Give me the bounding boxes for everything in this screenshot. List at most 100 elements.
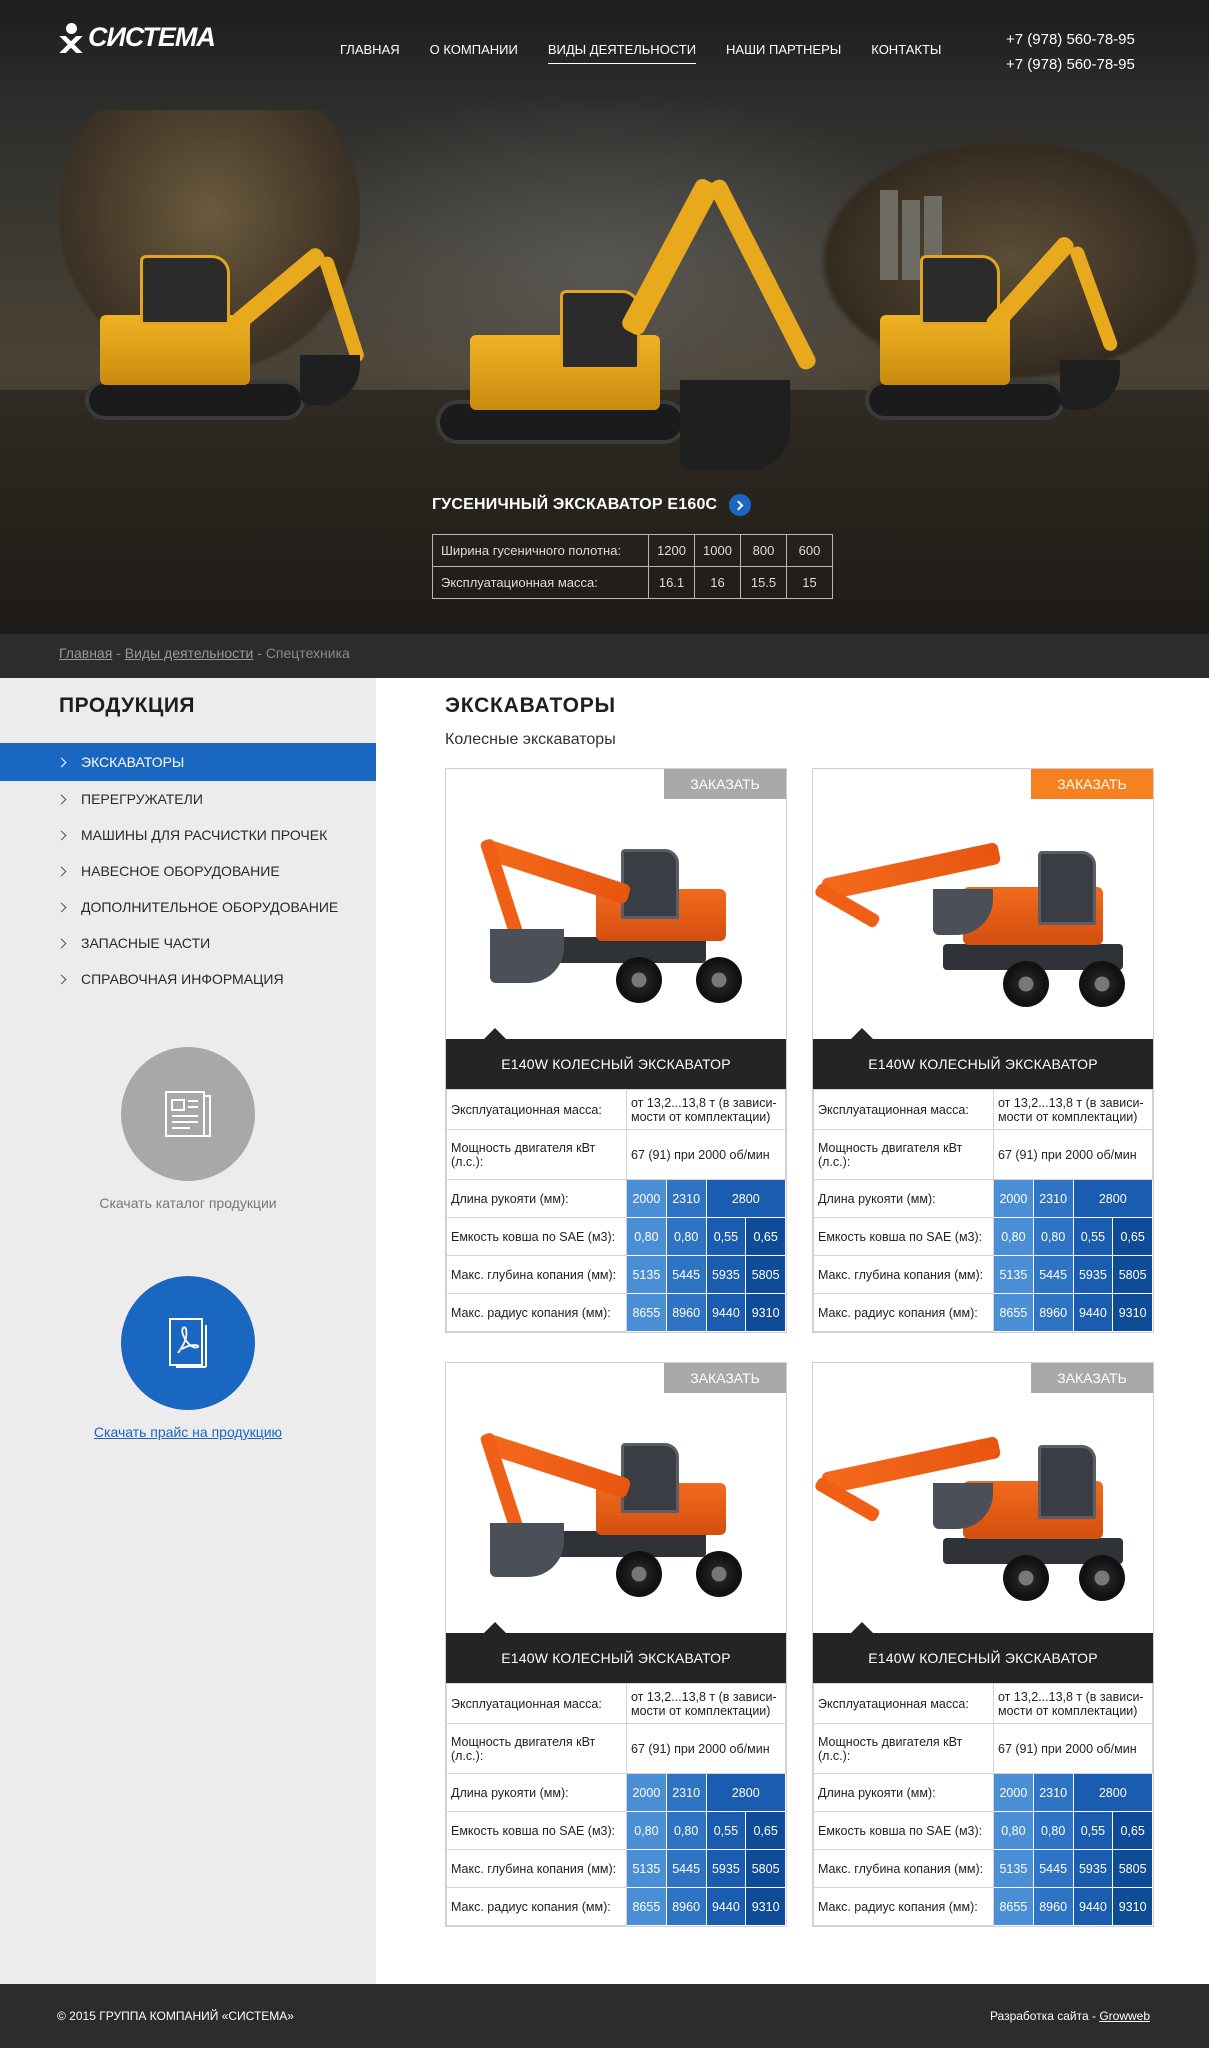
- download-catalog-label: Скачать каталог продукции: [99, 1195, 277, 1211]
- spec-label: Емкость ковша по SAE (м3):: [446, 1811, 627, 1850]
- product-spec-table: Эксплуатационная масса: от 13,2...13,8 т …: [446, 1683, 786, 1926]
- wheeled-excavator-image: [446, 769, 786, 1039]
- spec-row: Макс. радиус копания (мм): 8655 8960 9440 93…: [446, 1887, 786, 1926]
- site-logo[interactable]: СИСТЕМА: [58, 22, 216, 53]
- spec-value: 5805: [1112, 1849, 1153, 1888]
- spec-value: 8960: [1032, 1887, 1074, 1926]
- product-image: ЗАКАЗАТЬ: [446, 769, 786, 1039]
- download-catalog-button[interactable]: [121, 1047, 255, 1181]
- order-button[interactable]: ЗАКАЗАТЬ: [1031, 769, 1153, 799]
- sidebar-item-label: МАШИНЫ ДЛЯ РАСЧИСТКИ ПРОЧЕК: [81, 827, 328, 843]
- spec-row: Эксплуатационная масса: от 13,2...13,8 т …: [446, 1683, 786, 1724]
- order-button[interactable]: ЗАКАЗАТЬ: [664, 1363, 786, 1393]
- spec-value: 9310: [745, 1293, 786, 1332]
- chevron-right-icon: [56, 902, 67, 912]
- spec-value: 8655: [993, 1887, 1034, 1926]
- phone-numbers: +7 (978) 560-78-95 +7 (978) 560-78-95: [1006, 27, 1135, 77]
- spec-row: Макс. глубина копания (мм): 5135 5445 5935 5…: [813, 1255, 1153, 1294]
- spec-value: 9440: [1072, 1293, 1114, 1332]
- download-price-link[interactable]: Скачать прайс на продукцию: [0, 1424, 376, 1440]
- hero-spec-value: 16: [694, 566, 741, 599]
- spec-label: Емкость ковша по SAE (м3):: [446, 1217, 627, 1256]
- sidebar-item-spare-parts[interactable]: ЗАПАСНЫЕ ЧАСТИ: [0, 925, 376, 961]
- spec-value: 2800: [1072, 1773, 1153, 1812]
- download-price: Скачать прайс на продукцию: [0, 1276, 376, 1440]
- spec-value: 8960: [1032, 1293, 1074, 1332]
- phone-number[interactable]: +7 (978) 560-78-95: [1006, 52, 1135, 77]
- spec-value: 0,80: [626, 1217, 667, 1256]
- spec-row: Длина рукояти (мм): 2000 2310 2800: [813, 1773, 1153, 1812]
- spec-value: 5445: [1032, 1849, 1074, 1888]
- product-card: ЗАКАЗАТЬ E140W КОЛЕСНЫЙ ЭКСКАВАТОР Эксплуа…: [812, 1362, 1154, 1927]
- sidebar-item-extra-equipment[interactable]: ДОПОЛНИТЕЛЬНОЕ ОБОРУДОВАНИЕ: [0, 889, 376, 925]
- spec-label: Макс. радиус копания (мм):: [813, 1293, 994, 1332]
- sidebar-item-clearing-machines[interactable]: МАШИНЫ ДЛЯ РАСЧИСТКИ ПРОЧЕК: [0, 817, 376, 853]
- product-spec-table: Эксплуатационная масса: от 13,2...13,8 т …: [446, 1089, 786, 1332]
- download-price-button[interactable]: [121, 1276, 255, 1410]
- spec-row: Мощность двигателя кВт (л.с.): 67 (91) пр…: [813, 1723, 1153, 1774]
- sidebar-item-excavators[interactable]: ЭКСКАВАТОРЫ: [0, 743, 376, 781]
- spec-value: 0,55: [705, 1811, 747, 1850]
- main-nav: ГЛАВНАЯ О КОМПАНИИ ВИДЫ ДЕЯТЕЛЬНОСТИ НАШ…: [340, 42, 971, 64]
- hero-spec-label: Ширина гусеничного полотна:: [432, 534, 649, 567]
- hero-spec-label: Эксплуатационная масса:: [432, 566, 649, 599]
- spec-row: Емкость ковша по SAE (м3): 0,80 0,80 0,55 0,…: [446, 1217, 786, 1256]
- spec-value: 0,80: [993, 1811, 1034, 1850]
- catalog-document-icon: [165, 1091, 211, 1137]
- spec-label: Длина рукояти (мм):: [813, 1773, 994, 1812]
- order-button[interactable]: ЗАКАЗАТЬ: [664, 769, 786, 799]
- spec-value: 5445: [665, 1255, 707, 1294]
- spec-value: 9440: [1072, 1887, 1114, 1926]
- hero-spec-value: 1000: [694, 534, 741, 567]
- nav-item-contacts[interactable]: КОНТАКТЫ: [871, 42, 941, 64]
- phone-number[interactable]: +7 (978) 560-78-95: [1006, 27, 1135, 52]
- product-image: ЗАКАЗАТЬ: [813, 769, 1153, 1039]
- developer-link[interactable]: Growweb: [1099, 2009, 1150, 2023]
- spec-value: 2800: [705, 1179, 786, 1218]
- spec-value: 67 (91) при 2000 об/мин: [993, 1129, 1153, 1180]
- hero-next-arrow-icon[interactable]: [729, 494, 752, 516]
- sidebar-item-reloaders[interactable]: ПЕРЕГРУЖАТЕЛИ: [0, 781, 376, 817]
- spec-value: 5805: [745, 1255, 786, 1294]
- spec-label: Длина рукояти (мм):: [446, 1773, 627, 1812]
- nav-item-about[interactable]: О КОМПАНИИ: [430, 42, 518, 64]
- spec-value: 2800: [705, 1773, 786, 1812]
- spec-row: Макс. радиус копания (мм): 8655 8960 9440 93…: [813, 1293, 1153, 1332]
- product-card: ЗАКАЗАТЬ E140W КОЛЕСНЫЙ ЭКСКАВАТОР Эксплуа…: [812, 768, 1154, 1333]
- nav-item-activities[interactable]: ВИДЫ ДЕЯТЕЛЬНОСТИ: [547, 42, 697, 64]
- spec-label: Макс. радиус копания (мм):: [813, 1887, 994, 1926]
- chevron-right-icon: [56, 974, 67, 984]
- spec-label: Эксплуатационная масса:: [446, 1683, 627, 1724]
- sidebar-item-reference[interactable]: СПРАВОЧНАЯ ИНФОРМАЦИЯ: [0, 961, 376, 997]
- spec-value: 5135: [993, 1255, 1034, 1294]
- hero-spec-value: 15.5: [740, 566, 787, 599]
- chevron-right-icon: [56, 830, 67, 840]
- spec-value: 9310: [1112, 1293, 1153, 1332]
- footer: © 2015 ГРУППА КОМПАНИЙ «СИСТЕМА» Разрабо…: [0, 1984, 1209, 2048]
- download-catalog: Скачать каталог продукции: [0, 1047, 376, 1211]
- spec-value: 5135: [626, 1849, 667, 1888]
- sidebar-item-attachments[interactable]: НАВЕСНОЕ ОБОРУДОВАНИЕ: [0, 853, 376, 889]
- breadcrumb-link-home[interactable]: Главная: [59, 645, 112, 661]
- spec-row: Длина рукояти (мм): 2000 2310 2800: [813, 1179, 1153, 1218]
- wheeled-excavator-image: [813, 769, 1153, 1039]
- hero-excavator-right-image: [860, 230, 1160, 430]
- nav-item-partners[interactable]: НАШИ ПАРТНЕРЫ: [726, 42, 841, 64]
- spec-value: 67 (91) при 2000 об/мин: [993, 1723, 1153, 1774]
- product-card: ЗАКАЗАТЬ E140W КОЛЕСНЫЙ ЭКСКАВАТОР Эксплуа…: [445, 768, 787, 1333]
- page-subtitle: Колесные экскаваторы: [445, 731, 616, 748]
- spec-row: Макс. глубина копания (мм): 5135 5445 5935 5…: [446, 1255, 786, 1294]
- spec-row: Эксплуатационная масса: от 13,2...13,8 т …: [813, 1089, 1153, 1130]
- spec-label: Макс. глубина копания (мм):: [813, 1255, 994, 1294]
- order-button[interactable]: ЗАКАЗАТЬ: [1031, 1363, 1153, 1393]
- spec-value: 67 (91) при 2000 об/мин: [626, 1723, 786, 1774]
- spec-value: 2310: [1032, 1773, 1074, 1812]
- spec-row: Макс. глубина копания (мм): 5135 5445 5935 5…: [446, 1849, 786, 1888]
- hero-banner: СИСТЕМА ГЛАВНАЯ О КОМПАНИИ ВИДЫ ДЕЯТЕЛЬН…: [0, 0, 1209, 634]
- spec-row: Мощность двигателя кВт (л.с.): 67 (91) пр…: [446, 1723, 786, 1774]
- nav-item-home[interactable]: ГЛАВНАЯ: [340, 42, 400, 64]
- breadcrumb-link-activities[interactable]: Виды деятельности: [125, 645, 254, 661]
- hero-excavator-center-image: [430, 150, 830, 480]
- sidebar: ПРОДУКЦИЯ ЭКСКАВАТОРЫ ПЕРЕГРУЖАТЕЛИ МАШИ…: [0, 678, 376, 1984]
- product-spec-table: Эксплуатационная масса: от 13,2...13,8 т …: [813, 1089, 1153, 1332]
